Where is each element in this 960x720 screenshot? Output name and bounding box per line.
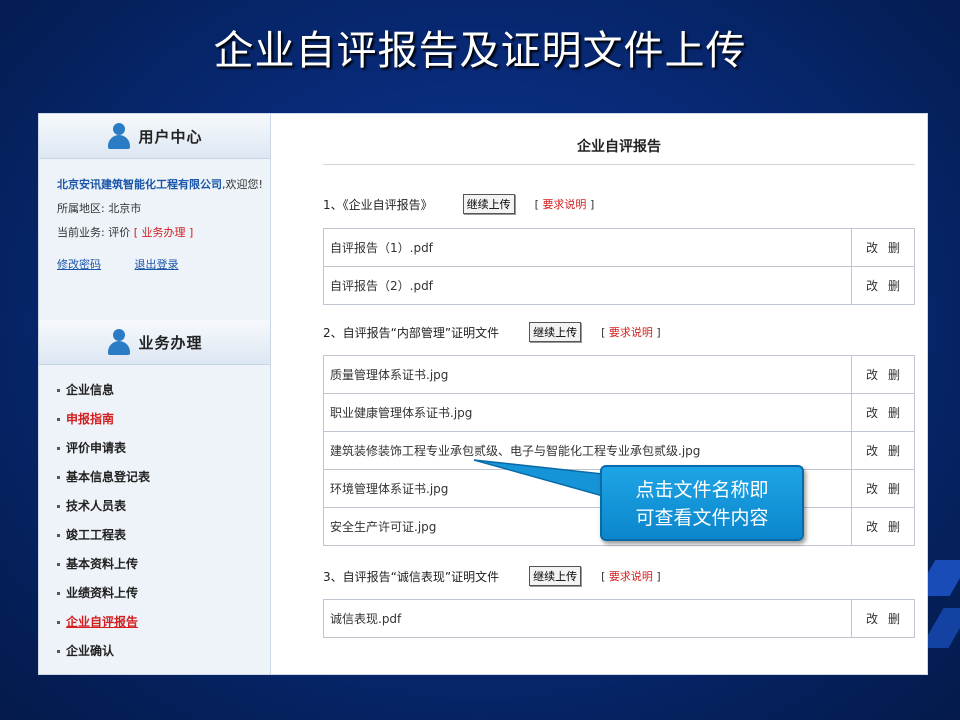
user-center-title: 用户中心 — [138, 127, 203, 146]
requirements-link[interactable]: 要求说明 — [542, 198, 586, 211]
edit-button[interactable]: 改 — [866, 406, 878, 420]
continue-upload-button[interactable]: 继续上传 — [462, 194, 515, 214]
logout-link[interactable]: 退出登录 — [135, 258, 179, 271]
delete-button[interactable]: 删 — [888, 241, 900, 255]
section-3-files: 诚信表现.pdf 改删 — [323, 599, 915, 638]
edit-button[interactable]: 改 — [866, 482, 878, 496]
table-row: 自评报告（1）.pdf 改删 — [323, 228, 915, 267]
region-value: 北京市 — [108, 202, 142, 215]
sidebar: 用户中心 北京安讯建筑智能化工程有限公司,欢迎您! 所属地区: 北京市 当前业务… — [39, 114, 271, 674]
nav-item-performance-upload[interactable]: 业绩资料上传 — [39, 579, 270, 608]
change-password-link[interactable]: 修改密码 — [57, 258, 101, 271]
continue-upload-button[interactable]: 继续上传 — [529, 566, 582, 586]
delete-button[interactable]: 删 — [888, 612, 900, 626]
region-label: 所属地区: — [57, 202, 105, 215]
section-heading: 1、《企业自评报告》 — [323, 197, 433, 212]
section-3-header: 3、自评报告“诚信表现”证明文件 继续上传 [ 要求说明 ] — [323, 566, 661, 586]
business-label: 当前业务: — [57, 226, 105, 239]
continue-upload-button[interactable]: 继续上传 — [529, 322, 582, 342]
nav-item-completed-projects[interactable]: 竣工工程表 — [39, 521, 270, 550]
edit-button[interactable]: 改 — [866, 241, 878, 255]
business-title: 业务办理 — [138, 333, 203, 352]
table-row: 职业健康管理体系证书.jpg 改删 — [323, 393, 915, 432]
user-info: 北京安讯建筑智能化工程有限公司,欢迎您! 所属地区: 北京市 当前业务: 评价 … — [57, 178, 263, 271]
section-1-header: 1、《企业自评报告》 继续上传 [ 要求说明 ] — [323, 194, 594, 214]
table-row: 质量管理体系证书.jpg 改删 — [323, 355, 915, 394]
delete-button[interactable]: 删 — [888, 279, 900, 293]
edit-button[interactable]: 改 — [866, 520, 878, 534]
delete-button[interactable]: 删 — [888, 520, 900, 534]
callout-annotation: 点击文件名称即 可查看文件内容 — [600, 465, 804, 541]
edit-button[interactable]: 改 — [866, 444, 878, 458]
edit-button[interactable]: 改 — [866, 279, 878, 293]
delete-button[interactable]: 删 — [888, 406, 900, 420]
table-row: 自评报告（2）.pdf 改删 — [323, 266, 915, 305]
user-icon — [106, 327, 132, 357]
user-center-header: 用户中心 — [39, 114, 270, 159]
section-2-header: 2、自评报告“内部管理”证明文件 继续上传 [ 要求说明 ] — [323, 322, 661, 342]
app-screenshot: 用户中心 北京安讯建筑智能化工程有限公司,欢迎您! 所属地区: 北京市 当前业务… — [38, 113, 928, 675]
delete-button[interactable]: 删 — [888, 368, 900, 382]
callout-line-1: 点击文件名称即 — [635, 479, 769, 501]
nav-item-confirm[interactable]: 企业确认 — [39, 637, 270, 666]
file-name-link[interactable]: 自评报告（1）.pdf — [323, 228, 852, 267]
file-name-link[interactable]: 诚信表现.pdf — [323, 599, 852, 638]
welcome-text: ,欢迎您! — [222, 178, 263, 191]
business-value: 评价 — [108, 226, 131, 239]
nav-item-application[interactable]: 评价申请表 — [39, 434, 270, 463]
user-icon — [106, 121, 132, 151]
nav-item-basic-upload[interactable]: 基本资料上传 — [39, 550, 270, 579]
nav-item-self-evaluation[interactable]: 企业自评报告 — [39, 608, 270, 637]
slide-title: 企业自评报告及证明文件上传 — [213, 28, 747, 74]
requirements-link[interactable]: 要求说明 — [609, 570, 653, 583]
main-content: 企业自评报告 1、《企业自评报告》 继续上传 [ 要求说明 ] 自评报告（1）.… — [323, 114, 915, 674]
file-name-link[interactable]: 建筑装修装饰工程专业承包贰级、电子与智能化工程专业承包贰级.jpg — [323, 431, 852, 470]
nav-item-company-info[interactable]: 企业信息 — [39, 376, 270, 405]
section-heading: 3、自评报告“诚信表现”证明文件 — [323, 569, 500, 584]
section-heading: 2、自评报告“内部管理”证明文件 — [323, 325, 500, 340]
delete-button[interactable]: 删 — [888, 444, 900, 458]
file-name-link[interactable]: 自评报告（2）.pdf — [323, 266, 852, 305]
table-row: 诚信表现.pdf 改删 — [323, 599, 915, 638]
table-row: 建筑装修装饰工程专业承包贰级、电子与智能化工程专业承包贰级.jpg 改删 — [323, 431, 915, 470]
requirements-link[interactable]: 要求说明 — [609, 326, 653, 339]
file-name-link[interactable]: 职业健康管理体系证书.jpg — [323, 393, 852, 432]
business-link[interactable]: 业务办理 — [142, 226, 186, 239]
callout-line-2: 可查看文件内容 — [635, 507, 769, 529]
file-name-link[interactable]: 质量管理体系证书.jpg — [323, 355, 852, 394]
delete-button[interactable]: 删 — [888, 482, 900, 496]
edit-button[interactable]: 改 — [866, 612, 878, 626]
company-name: 北京安讯建筑智能化工程有限公司 — [57, 178, 222, 191]
business-header: 业务办理 — [39, 320, 270, 365]
edit-button[interactable]: 改 — [866, 368, 878, 382]
section-1-files: 自评报告（1）.pdf 改删 自评报告（2）.pdf 改删 — [323, 228, 915, 305]
page-title: 企业自评报告 — [577, 139, 661, 155]
nav-item-guide[interactable]: 申报指南 — [39, 405, 270, 434]
business-nav: 企业信息 申报指南 评价申请表 基本信息登记表 技术人员表 竣工工程表 基本资料… — [39, 376, 270, 666]
divider — [323, 164, 915, 165]
nav-item-basic-info[interactable]: 基本信息登记表 — [39, 463, 270, 492]
nav-item-technicians[interactable]: 技术人员表 — [39, 492, 270, 521]
